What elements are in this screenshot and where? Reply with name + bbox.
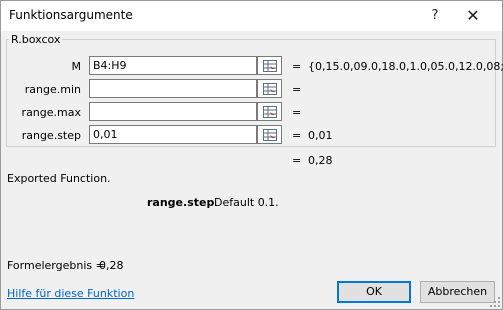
range-select-icon: [263, 106, 277, 118]
cancel-button[interactable]: Abbrechen: [420, 281, 495, 303]
arg-input-m[interactable]: B4:H9: [89, 56, 257, 75]
arg-equals-range-max: =: [292, 106, 302, 119]
ok-button[interactable]: OK: [337, 281, 411, 303]
arg-result-range-step: 0,01: [308, 129, 333, 142]
overall-result-value: 0,28: [308, 154, 333, 167]
formula-result-label: Formelergebnis =: [7, 259, 105, 272]
param-description: Default 0.1.: [214, 196, 279, 209]
function-description: Exported Function.: [7, 172, 111, 185]
range-select-icon: [263, 60, 277, 72]
overall-result-equals: =: [292, 154, 302, 167]
arg-label-range-step: range.step: [21, 129, 81, 142]
arg-input-range-min[interactable]: [89, 79, 257, 98]
close-button[interactable]: ✕: [456, 1, 490, 31]
range-select-button-m[interactable]: [257, 56, 282, 75]
help-question-button[interactable]: ?: [418, 1, 452, 31]
arg-equals-m: =: [292, 60, 302, 73]
param-name: range.step: [147, 196, 215, 209]
arg-input-range-step[interactable]: 0,01: [89, 125, 257, 144]
formula-result-value: 0,28: [99, 259, 124, 272]
range-select-button-range-step[interactable]: [257, 125, 282, 144]
help-link[interactable]: Hilfe für diese Funktion: [7, 287, 134, 300]
resize-grip-icon[interactable]: [490, 297, 500, 307]
range-select-button-range-min[interactable]: [257, 79, 282, 98]
arg-equals-range-step: =: [292, 129, 302, 142]
title-bar: Funktionsargumente ? ✕: [1, 1, 502, 31]
arg-label-range-min: range.min: [24, 83, 81, 96]
range-select-button-range-max[interactable]: [257, 102, 282, 121]
function-arguments-dialog: Funktionsargumente ? ✕ R.boxcox M B4:H9 …: [0, 0, 503, 310]
arg-label-m: M: [71, 60, 82, 73]
arg-label-range-max: range.max: [21, 106, 81, 119]
range-select-icon: [263, 129, 277, 141]
range-select-icon: [263, 83, 277, 95]
function-name-label: R.boxcox: [9, 33, 63, 46]
arg-result-m: {0,15.0,09.0,18.0,1.0,05.0,12.0,08;: [308, 60, 503, 73]
dialog-title: Funktionsargumente: [9, 8, 133, 22]
arg-equals-range-min: =: [292, 83, 302, 96]
arg-input-range-max[interactable]: [89, 102, 257, 121]
